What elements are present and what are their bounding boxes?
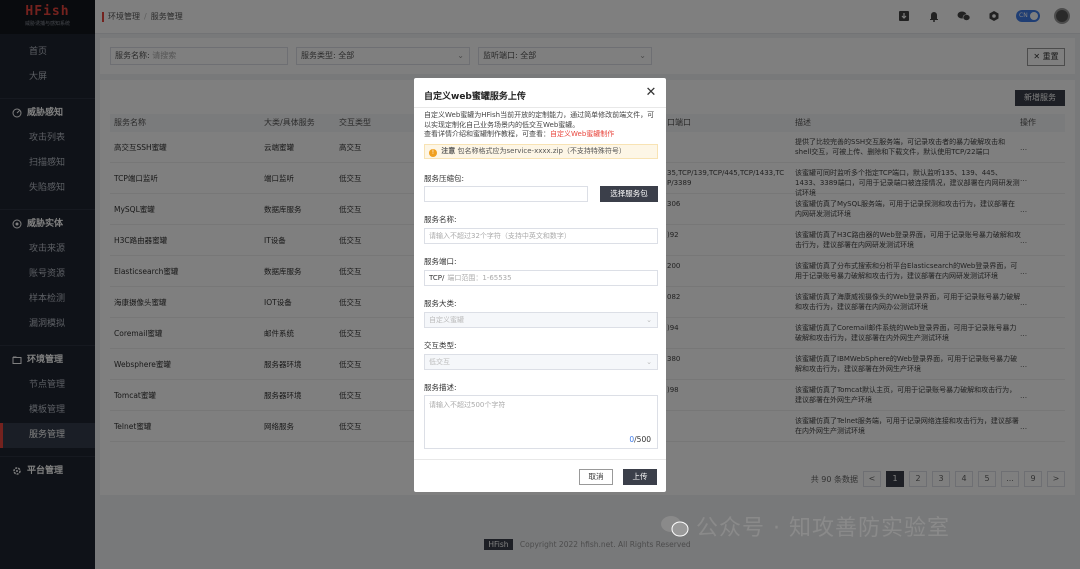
notice-label: 注意 [441,147,456,155]
port-placeholder: 端口范围：1-65535 [447,274,512,282]
notice-text: 包名称格式应为service-xxxx.zip（不支持特殊符号） [457,147,626,155]
category-label: 服务大类: [424,299,457,308]
description-placeholder: 请输入不超过500个字符 [429,401,506,409]
chevron-down-icon: ⌄ [646,358,652,366]
upload-service-dialog: 自定义web蜜罐服务上传 ✕ 自定义Web蜜罐为HFish当前开放的定制能力，通… [414,78,666,492]
intro-text-2: 查看详情介绍和蜜罐制作教程，可查看： [424,130,550,138]
description-label: 服务描述: [424,383,457,392]
warning-icon: ! [429,149,437,157]
dialog-intro: 自定义Web蜜罐为HFish当前开放的定制能力，通过简单修改前端文件，可以实现定… [424,111,660,140]
cancel-button[interactable]: 取消 [579,469,613,485]
service-port-input[interactable]: TCP/端口范围：1-65535 [424,270,658,286]
service-description-textarea[interactable]: 请输入不超过500个字符 0/500 [424,395,658,449]
category-value: 自定义蜜罐 [429,316,464,324]
intro-text: 自定义Web蜜罐为HFish当前开放的定制能力，通过简单修改前端文件，可以实现定… [424,111,655,129]
name-label: 服务名称: [424,215,457,224]
dialog-title: 自定义web蜜罐服务上传 [424,92,526,102]
service-name-input[interactable]: 请输入不超过32个字符（支持中英文和数字） [424,228,658,244]
divider [414,107,666,108]
watermark-text: 公众号 · 知攻善防实验室 [696,516,950,541]
interaction-type-select: 低交互 ⌄ [424,354,658,370]
divider [414,459,666,460]
chevron-down-icon: ⌄ [646,316,652,324]
tutorial-link[interactable]: 自定义Web蜜罐制作 [550,130,614,138]
interaction-value: 低交互 [429,358,450,366]
counter-max: /500 [634,435,651,444]
port-prefix: TCP/ [429,274,445,282]
package-file-field[interactable] [424,186,588,202]
watermark: 公众号 · 知攻善防实验室 [660,510,950,542]
char-counter: 0/500 [629,435,651,444]
interaction-label: 交互类型: [424,341,457,350]
port-label: 服务端口: [424,257,457,266]
service-category-select: 自定义蜜罐 ⌄ [424,312,658,328]
close-icon[interactable]: ✕ [644,86,658,100]
package-label: 服务压缩包: [424,174,465,183]
select-package-button[interactable]: 选择服务包 [600,186,658,202]
notice-banner: ! 注意 包名称格式应为service-xxxx.zip（不支持特殊符号） [424,144,658,159]
wechat-icon [661,516,689,537]
upload-button[interactable]: 上传 [623,469,657,485]
